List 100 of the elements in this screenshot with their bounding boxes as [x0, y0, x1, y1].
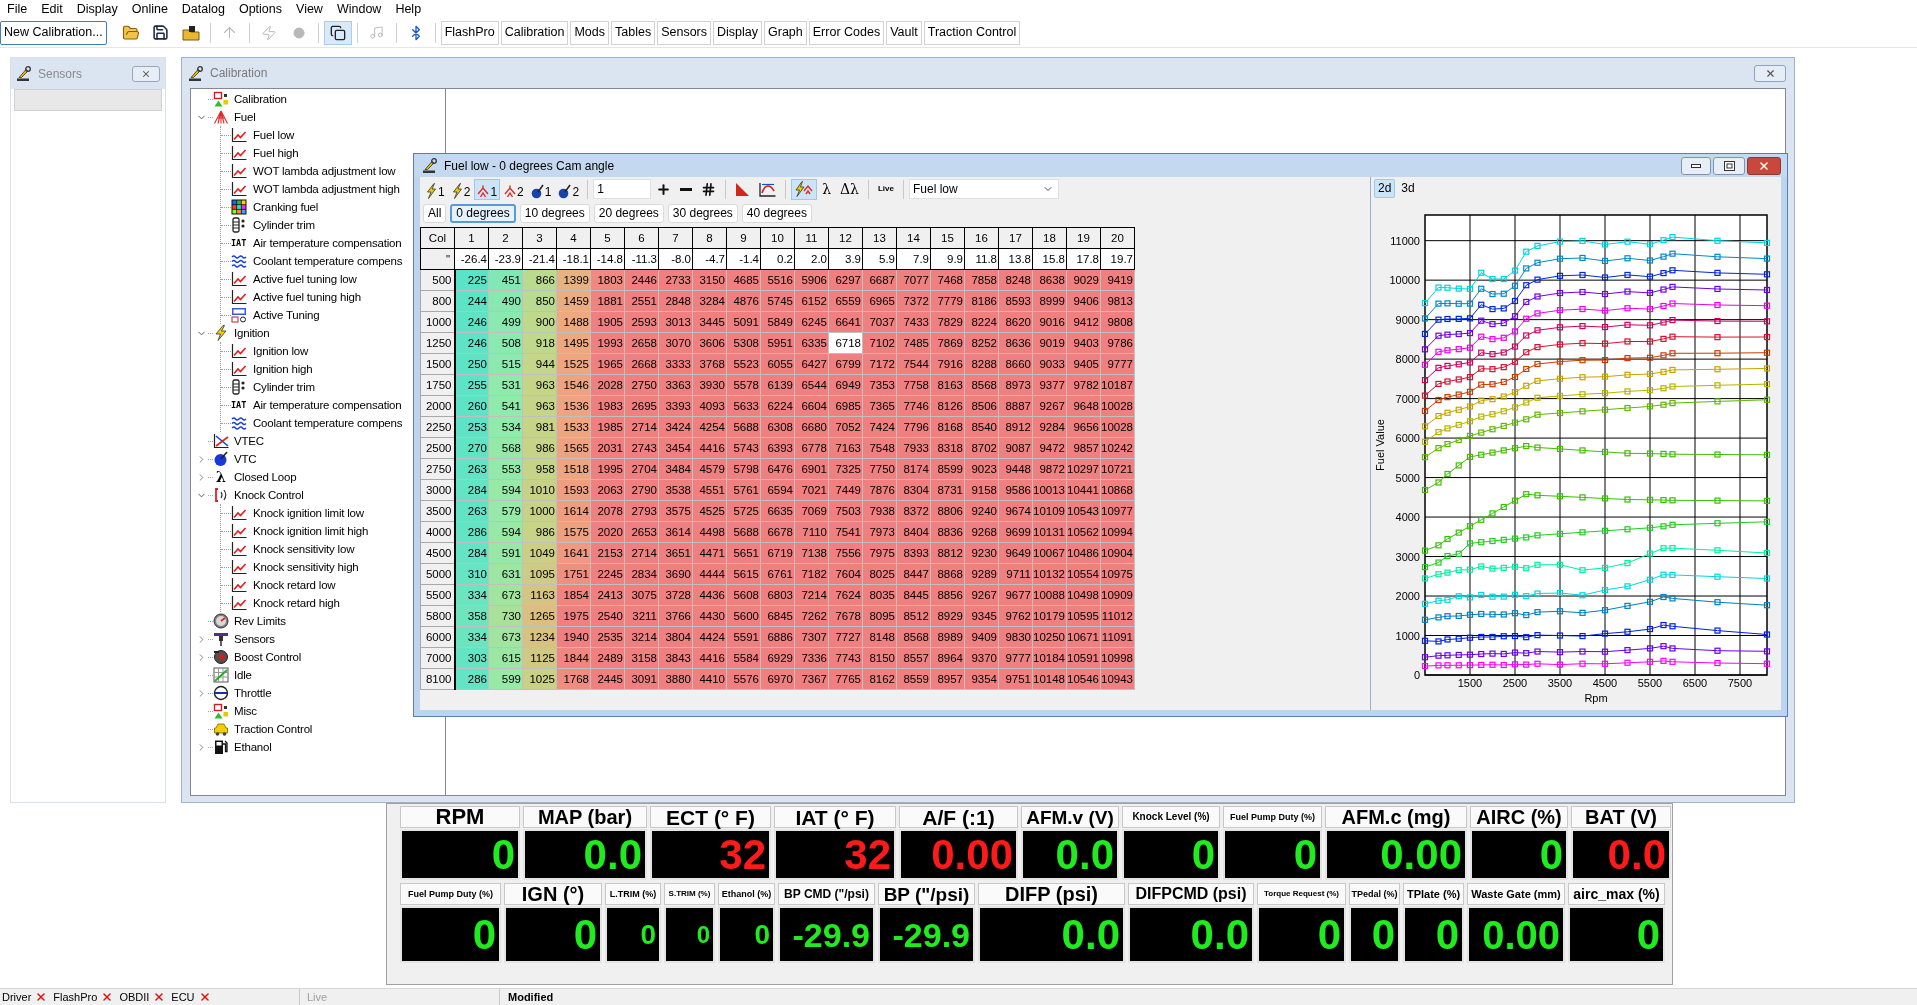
tree-item[interactable]: Closed Loop	[234, 469, 297, 485]
tree-item[interactable]: WOT lambda adjustment low	[253, 163, 396, 179]
tree-item[interactable]: Knock Control	[234, 487, 304, 503]
data-point	[1500, 422, 1507, 430]
tree-item[interactable]: Fuel high	[253, 145, 299, 161]
tree-item[interactable]: Air temperature compensation	[253, 397, 402, 413]
menu-item[interactable]: Options	[231, 1, 290, 17]
menu-item[interactable]: Help	[388, 1, 429, 17]
menu-item[interactable]: Online	[124, 1, 175, 17]
toolbar-button[interactable]: Sensors	[657, 20, 712, 45]
data-point	[1455, 330, 1462, 338]
data-point	[1660, 319, 1667, 326]
tree-item[interactable]: Cylinder trim	[253, 379, 315, 395]
tree-item[interactable]: Knock retard high	[253, 595, 340, 611]
toolbar-button[interactable]: Vault	[886, 20, 922, 45]
live-button[interactable]: Live	[874, 177, 898, 198]
tree-item[interactable]: Throttle	[234, 685, 272, 701]
tree-item[interactable]: Boost Control	[234, 649, 302, 665]
data-point	[1763, 631, 1771, 638]
tree-item[interactable]: Ignition high	[253, 361, 313, 377]
tree-item[interactable]: Air temperature compensation	[253, 235, 402, 251]
connection-label: OBDII	[119, 989, 150, 1005]
tree-item[interactable]: Fuel low	[253, 127, 295, 143]
map-button[interactable]: 1	[527, 178, 555, 200]
data-point	[1435, 614, 1442, 621]
tree-item[interactable]: Active Tuning	[253, 307, 320, 323]
tree-item[interactable]: VTEC	[234, 433, 264, 449]
view-tab[interactable]: 3d	[1397, 178, 1419, 198]
map-button[interactable]: 1	[423, 178, 448, 200]
tab[interactable]: 40 degrees	[741, 203, 812, 223]
tree-item[interactable]: Ignition low	[253, 343, 309, 359]
step-field[interactable]: 1	[593, 179, 652, 199]
close-button[interactable]	[1754, 64, 1786, 82]
tree-item[interactable]: Misc	[234, 703, 257, 719]
tree-item[interactable]: Knock sensitivity high	[253, 559, 359, 575]
map-button[interactable]: 2	[555, 178, 583, 200]
tree-item[interactable]: Cylinder trim	[253, 217, 315, 233]
tree-item[interactable]: Cranking fuel	[253, 199, 319, 215]
tree-item[interactable]: Fuel	[234, 109, 256, 125]
toolbar-button[interactable]: Traction Control	[923, 20, 1021, 45]
menu-item[interactable]: Window	[329, 1, 389, 17]
column-header: 2	[488, 227, 523, 249]
view-tab[interactable]: 2d	[1374, 178, 1396, 198]
windows-button[interactable]	[323, 20, 352, 45]
new-calibration-button[interactable]: New Calibration...	[0, 20, 107, 45]
map-button[interactable]: 1	[474, 178, 501, 200]
tree-item[interactable]: Knock retard low	[253, 577, 336, 593]
tree-item[interactable]: Traction Control	[234, 721, 313, 737]
tree-item[interactable]: Calibration	[234, 91, 287, 107]
toolbar-button[interactable]: Calibration	[500, 20, 569, 45]
tree-item[interactable]: Knock sensitivity low	[253, 541, 355, 557]
tree-item[interactable]: Ethanol	[234, 739, 272, 755]
tree-item[interactable]: Idle	[234, 667, 252, 683]
data-point	[1763, 660, 1771, 667]
menu-item[interactable]: Display	[69, 1, 125, 17]
close-button[interactable]	[132, 65, 160, 82]
data-point	[1601, 495, 1609, 502]
tree-item[interactable]: WOT lambda adjustment high	[253, 181, 400, 197]
tab[interactable]: 10 degrees	[519, 203, 590, 223]
tree-item[interactable]: Coolant temperature compens	[253, 253, 403, 269]
toolbar-button[interactable]: Display	[713, 20, 763, 45]
tree-item[interactable]: Knock ignition limit low	[253, 505, 364, 521]
toolbar-button[interactable]: Error Codes	[808, 20, 885, 45]
gauge-value: 0	[472, 913, 496, 956]
data-point	[1455, 346, 1462, 353]
map-button[interactable]: 2	[448, 178, 474, 200]
tree-item[interactable]: Sensors	[234, 631, 275, 647]
tree-item[interactable]: Coolant temperature compens	[253, 415, 403, 431]
tree-item[interactable]: Knock ignition limit high	[253, 523, 369, 539]
map-dropdown[interactable]: Fuel low	[909, 179, 1059, 199]
tree-item[interactable]: Active fuel tuning low	[253, 271, 357, 287]
menu-item[interactable]: File	[0, 1, 35, 17]
close-button[interactable]	[1747, 156, 1781, 175]
tab[interactable]: 0 degrees	[450, 203, 516, 223]
delta-lambda-button[interactable]: Δλ	[836, 178, 863, 200]
toolbar-button[interactable]: FlashPro	[440, 20, 499, 45]
menu-item[interactable]: View	[289, 1, 330, 17]
menu-item[interactable]: Edit	[34, 1, 70, 17]
tab[interactable]: All	[423, 203, 447, 223]
toolbar-button[interactable]: Mods	[570, 20, 610, 45]
toolbar-button[interactable]: Graph	[764, 20, 807, 45]
data-point	[1500, 593, 1507, 600]
tree-item[interactable]: VTC	[234, 451, 257, 467]
menu-item[interactable]: Datalog	[174, 1, 232, 17]
toolbar-button[interactable]: Tables	[611, 20, 656, 45]
map-button[interactable]: 2	[501, 178, 527, 200]
tab[interactable]: 20 degrees	[593, 203, 664, 223]
minimize-button[interactable]	[1681, 156, 1711, 175]
maximize-button[interactable]	[1713, 156, 1745, 175]
lambda-button[interactable]: λ	[818, 178, 835, 200]
tree-item[interactable]: Rev Limits	[234, 613, 286, 629]
data-point	[1523, 399, 1530, 406]
data-point	[1500, 334, 1507, 341]
tree-item[interactable]: Ignition	[234, 325, 270, 341]
close-icon	[141, 68, 151, 79]
spark-fuel-button[interactable]	[791, 178, 818, 200]
data-point	[1435, 542, 1442, 549]
data-point	[1421, 616, 1429, 623]
tree-item[interactable]: Active fuel tuning high	[253, 289, 361, 305]
tab[interactable]: 30 degrees	[667, 203, 738, 223]
